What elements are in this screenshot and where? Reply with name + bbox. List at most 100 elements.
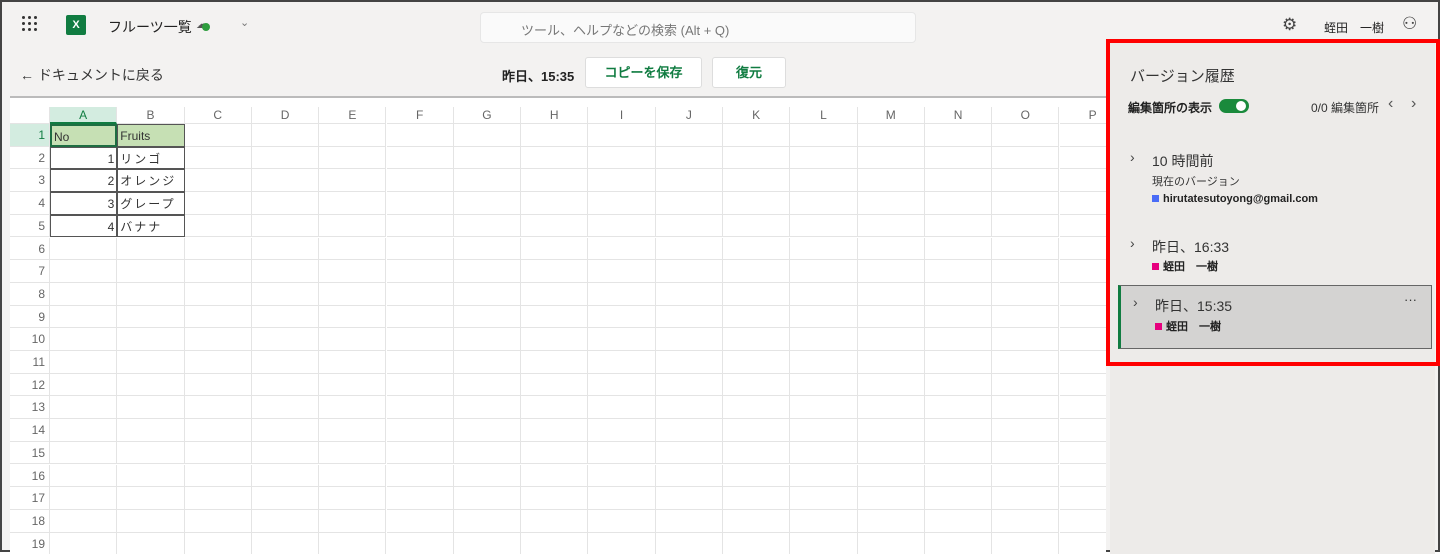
- cell[interactable]: [521, 509, 589, 533]
- cell[interactable]: [655, 419, 723, 442]
- column-header[interactable]: F: [386, 107, 454, 124]
- cell[interactable]: [857, 260, 925, 283]
- cell[interactable]: [453, 328, 522, 351]
- cell[interactable]: [723, 124, 791, 147]
- cell[interactable]: [319, 351, 387, 374]
- cell[interactable]: [992, 260, 1060, 283]
- cell[interactable]: [723, 509, 791, 533]
- cell[interactable]: [723, 305, 791, 329]
- cell[interactable]: 1: [50, 146, 118, 170]
- cell[interactable]: [50, 396, 118, 420]
- cell[interactable]: [453, 441, 522, 465]
- cell[interactable]: [992, 441, 1060, 465]
- cell[interactable]: [454, 532, 522, 554]
- cell[interactable]: [857, 396, 925, 420]
- cell[interactable]: [992, 419, 1060, 442]
- cell[interactable]: [924, 487, 993, 510]
- cell[interactable]: [588, 260, 656, 283]
- cell[interactable]: [924, 509, 993, 533]
- cell[interactable]: [588, 282, 656, 306]
- cell[interactable]: [50, 351, 118, 374]
- cell[interactable]: [319, 396, 387, 420]
- cell[interactable]: [319, 419, 387, 442]
- column-header[interactable]: I: [588, 107, 656, 124]
- cell[interactable]: [723, 282, 791, 306]
- column-header[interactable]: K: [723, 107, 791, 124]
- spreadsheet-grid[interactable]: A B C D E F G H I J K L M N O P 1 No Fruits 2 1 リンゴ 3 2 オレンジ 4 3 グレ…: [10, 96, 1106, 554]
- cell[interactable]: [790, 351, 858, 374]
- cell[interactable]: [50, 282, 118, 306]
- column-header[interactable]: C: [184, 107, 252, 124]
- row-header[interactable]: 3: [10, 169, 50, 193]
- cell[interactable]: [251, 192, 320, 215]
- cell[interactable]: [521, 464, 589, 488]
- cell[interactable]: [386, 487, 454, 510]
- cell[interactable]: [251, 351, 320, 374]
- cell[interactable]: [790, 396, 858, 420]
- cell[interactable]: [521, 373, 589, 397]
- cell[interactable]: [924, 351, 993, 374]
- row-header[interactable]: 6: [10, 237, 50, 261]
- cell[interactable]: [857, 124, 925, 147]
- column-header[interactable]: D: [251, 107, 320, 124]
- cell[interactable]: [184, 328, 252, 351]
- app-launcher-icon[interactable]: [22, 16, 38, 32]
- cell[interactable]: [655, 260, 723, 283]
- cell[interactable]: [723, 351, 791, 374]
- cell[interactable]: [453, 351, 522, 374]
- cell[interactable]: [521, 124, 589, 147]
- cell[interactable]: [117, 396, 185, 420]
- cell[interactable]: [521, 260, 589, 283]
- cell[interactable]: [453, 124, 522, 147]
- cell[interactable]: [992, 146, 1060, 170]
- column-header[interactable]: N: [924, 107, 993, 124]
- cell[interactable]: [1059, 374, 1106, 397]
- row-header[interactable]: 1: [10, 124, 50, 147]
- cell[interactable]: [184, 464, 252, 488]
- cell[interactable]: [992, 373, 1060, 397]
- row-header[interactable]: 19: [10, 532, 50, 554]
- cell[interactable]: [184, 260, 252, 283]
- cell[interactable]: [790, 169, 858, 193]
- cell[interactable]: [184, 509, 252, 533]
- cell[interactable]: [588, 532, 656, 554]
- cell[interactable]: [1059, 283, 1106, 306]
- cell[interactable]: [1059, 419, 1106, 442]
- row-header[interactable]: 8: [10, 282, 50, 306]
- cell[interactable]: [790, 328, 858, 351]
- cell[interactable]: [185, 532, 252, 554]
- cell[interactable]: [655, 192, 723, 215]
- cell[interactable]: [655, 373, 723, 397]
- cell[interactable]: [857, 487, 925, 510]
- cell[interactable]: [924, 124, 993, 147]
- cell[interactable]: [184, 305, 252, 329]
- cell[interactable]: [117, 237, 185, 261]
- row-header[interactable]: 11: [10, 351, 50, 374]
- cell[interactable]: [386, 282, 454, 306]
- cell[interactable]: [992, 464, 1060, 488]
- cell[interactable]: [1059, 465, 1106, 488]
- cell[interactable]: [790, 237, 858, 261]
- cell[interactable]: [723, 214, 791, 238]
- cell[interactable]: バナナ: [117, 214, 185, 238]
- cell[interactable]: [1059, 215, 1106, 238]
- cell[interactable]: [992, 305, 1060, 329]
- cell[interactable]: [790, 124, 858, 147]
- cell[interactable]: [588, 396, 656, 420]
- cell[interactable]: [386, 351, 454, 374]
- cell[interactable]: [117, 373, 185, 397]
- cell[interactable]: [790, 146, 858, 170]
- cell[interactable]: [453, 373, 522, 397]
- column-header[interactable]: M: [857, 107, 925, 124]
- cell[interactable]: [453, 396, 522, 420]
- cell[interactable]: [723, 260, 791, 283]
- cell[interactable]: [251, 464, 320, 488]
- row-header[interactable]: 14: [10, 419, 50, 442]
- cell[interactable]: [924, 305, 993, 329]
- cell[interactable]: [50, 260, 118, 283]
- cell[interactable]: [521, 305, 589, 329]
- cell[interactable]: [655, 282, 723, 306]
- cell[interactable]: [453, 509, 522, 533]
- cell[interactable]: [723, 146, 791, 170]
- column-header[interactable]: A: [50, 107, 118, 124]
